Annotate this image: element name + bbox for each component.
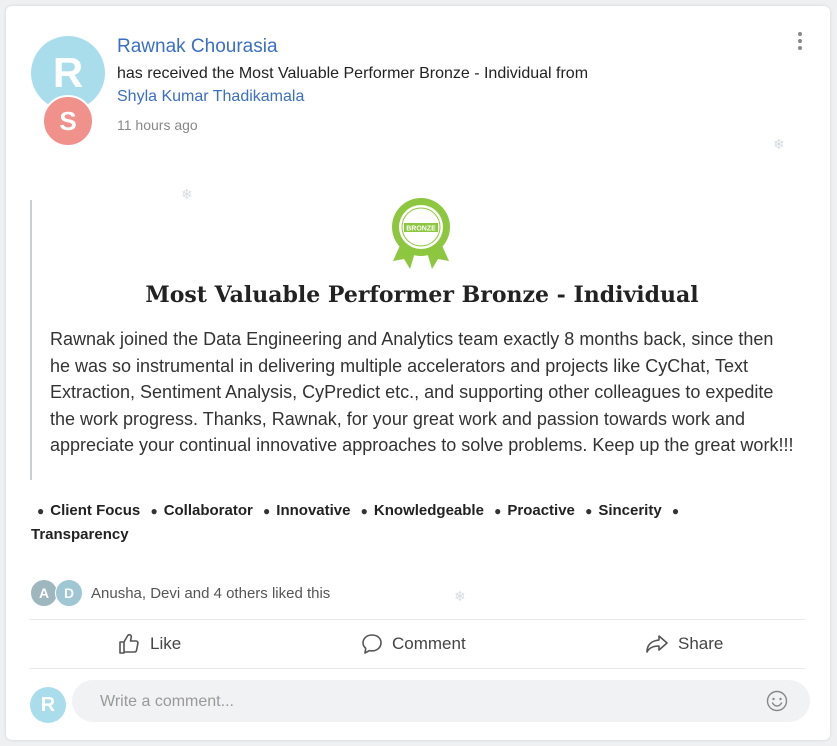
comment-input[interactable] [98, 680, 742, 724]
post-timestamp: 11 hours ago [117, 117, 198, 133]
recipient-name-link[interactable]: Rawnak Chourasia [117, 36, 588, 58]
award-title: Most Valuable Performer Bronze - Individ… [145, 282, 699, 308]
like-label: Like [150, 634, 182, 653]
comment-bubble-icon [362, 634, 382, 654]
tag-item: Client Focus [50, 502, 141, 519]
bronze-badge-icon: BRONZE [392, 198, 450, 269]
award-section: BRONZE Most Valuable Performer Bronze - … [30, 198, 812, 480]
post-header: Rawnak Chourasia has received the Most V… [117, 36, 588, 133]
tag-item: Transparency [31, 526, 129, 543]
smiley-icon[interactable] [766, 690, 788, 712]
likes-summary[interactable]: A D Anusha, Devi and 4 others liked this [30, 579, 330, 607]
comment-box[interactable] [72, 680, 810, 724]
like-button[interactable]: Like [118, 620, 181, 668]
received-text: has received the Most Valuable Performer… [117, 65, 589, 82]
share-arrow-icon [646, 635, 668, 653]
snowflake-icon: ❄ [454, 588, 466, 604]
comment-button[interactable]: Comment [360, 620, 466, 668]
tag-item: Proactive [507, 502, 575, 519]
comment-label: Comment [392, 634, 466, 653]
snowflake-icon: ❄ [773, 136, 785, 152]
thumbs-up-icon [119, 634, 139, 654]
likes-text[interactable]: Anusha, Devi and 4 others liked this [91, 585, 330, 602]
commenter-avatar: R [30, 687, 66, 723]
giver-name-link[interactable]: Shyla Kumar Thadikamala [117, 88, 588, 106]
tag-item: Knowledgeable [373, 502, 484, 519]
share-label: Share [678, 634, 724, 653]
share-button[interactable]: Share [644, 620, 723, 668]
liker-avatar: A [30, 579, 58, 607]
giver-avatar[interactable]: S [42, 95, 94, 147]
tag-item: Sincerity [598, 502, 662, 519]
action-bar: Like Comment Share [30, 619, 805, 669]
badge-label: BRONZE [406, 226, 436, 233]
award-description: Rawnak joined the Data Engineering and A… [50, 329, 794, 455]
liker-avatar: D [55, 579, 83, 607]
tag-item: Collaborator [163, 502, 253, 519]
more-options-icon[interactable] [796, 32, 804, 50]
tag-item: Innovative [276, 502, 351, 519]
value-tags: ● Client Focus ● Collaborator ● Innovative … [31, 502, 680, 543]
post-card: R S Rawnak Chourasia has received the Mo… [6, 6, 830, 740]
